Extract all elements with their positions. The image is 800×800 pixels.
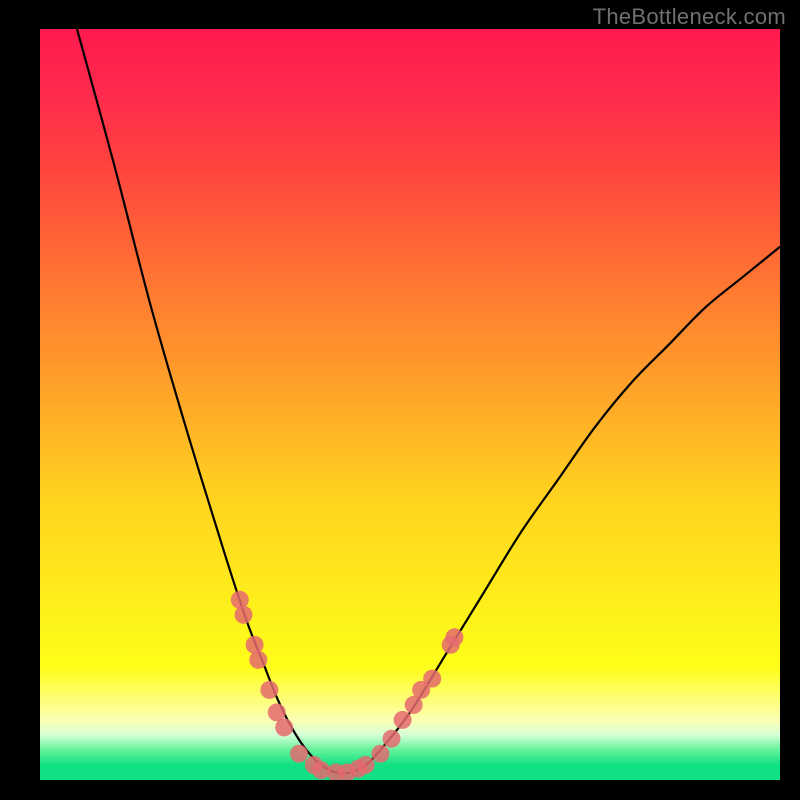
data-point [235,606,253,624]
data-point [383,730,401,748]
data-point [327,763,345,780]
data-point [338,763,356,780]
data-point [268,703,286,721]
data-point [305,756,323,774]
watermark-text: TheBottleneck.com [593,4,786,30]
data-points [231,591,464,780]
chart-svg [40,29,780,780]
bottleneck-curve [77,29,780,773]
data-point [412,681,430,699]
data-point [231,591,249,609]
data-point [290,745,308,763]
data-point [445,628,463,646]
data-point [371,745,389,763]
data-point [357,756,375,774]
data-point [275,718,293,736]
data-point [349,760,367,778]
data-point [249,651,267,669]
data-point [442,636,460,654]
data-point [423,670,441,688]
data-point [312,761,330,779]
data-point [260,681,278,699]
data-point [394,711,412,729]
plot-area [40,29,780,780]
data-point [246,636,264,654]
chart-frame: TheBottleneck.com [0,0,800,800]
data-point [405,696,423,714]
